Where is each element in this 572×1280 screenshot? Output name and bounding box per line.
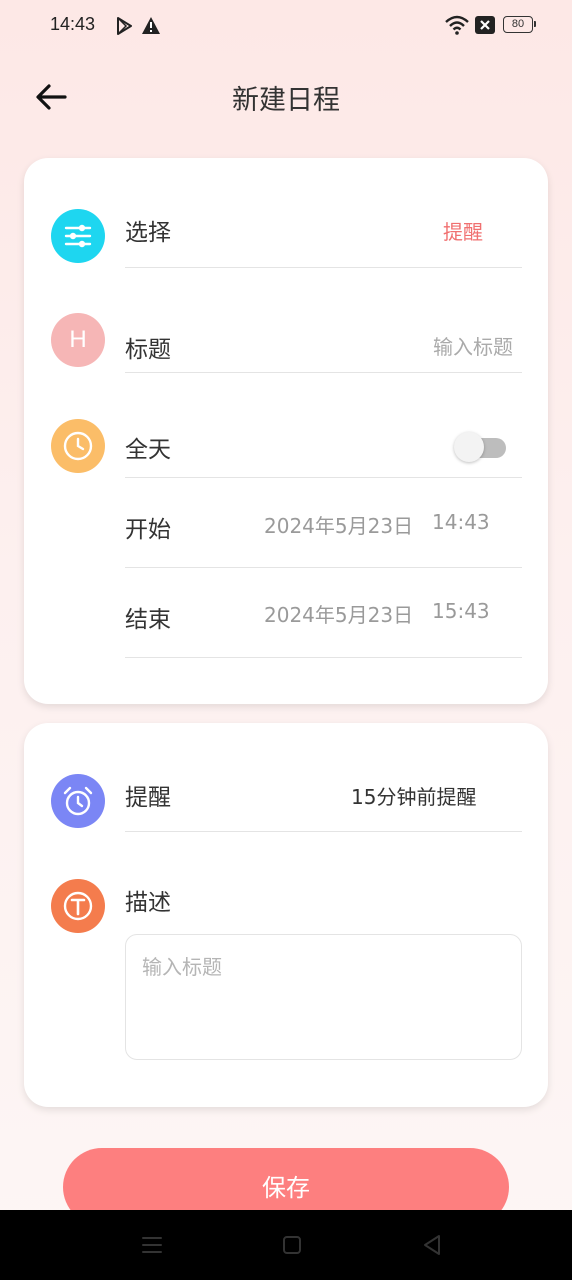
wifi-icon	[445, 15, 469, 39]
warning-icon	[141, 16, 161, 39]
status-time: 14:43	[50, 14, 96, 34]
select-row[interactable]: 选择 提醒	[24, 158, 548, 270]
sim-off-icon	[475, 16, 495, 38]
divider	[125, 831, 522, 832]
divider	[125, 372, 522, 373]
title-label: 标题	[125, 337, 171, 363]
all-day-label: 全天	[125, 437, 171, 463]
select-value[interactable]: 提醒	[443, 216, 483, 245]
end-date[interactable]: 2024年5月23日	[264, 599, 413, 628]
h-letter-icon: H	[51, 313, 105, 367]
all-day-row: 全天	[24, 374, 548, 478]
sliders-icon	[51, 209, 105, 263]
reminder-row[interactable]: 提醒 15分钟前提醒	[24, 723, 548, 833]
home-square-icon	[283, 1236, 301, 1254]
all-day-toggle[interactable]	[454, 430, 506, 462]
title-icon-letter: H	[69, 326, 87, 353]
start-row[interactable]: 开始 2024年5月23日 14:43	[24, 478, 548, 568]
system-nav-bar	[0, 1210, 572, 1280]
header: 新建日程	[0, 62, 572, 132]
toggle-knob	[454, 432, 484, 462]
back-nav-button[interactable]	[417, 1230, 447, 1260]
alarm-clock-icon	[51, 774, 105, 828]
start-time[interactable]: 14:43	[432, 510, 490, 534]
start-date[interactable]: 2024年5月23日	[264, 510, 413, 539]
menu-button[interactable]	[137, 1230, 167, 1260]
home-button[interactable]	[277, 1230, 307, 1260]
reminder-value[interactable]: 15分钟前提醒	[351, 781, 476, 810]
clock-icon	[51, 419, 105, 473]
divider	[125, 657, 522, 658]
battery-icon: 80	[503, 16, 536, 33]
play-store-notification-icon	[114, 16, 134, 40]
description-label: 描述	[125, 890, 171, 916]
menu-icon	[142, 1237, 162, 1253]
select-label: 选择	[125, 220, 171, 246]
back-triangle-icon	[424, 1235, 440, 1255]
text-t-icon	[51, 879, 105, 933]
end-time[interactable]: 15:43	[432, 599, 490, 623]
divider	[125, 267, 522, 268]
end-row[interactable]: 结束 2024年5月23日 15:43	[24, 568, 548, 658]
description-input[interactable]	[125, 934, 522, 1060]
reminder-card: 提醒 15分钟前提醒 描述	[24, 723, 548, 1107]
status-bar: 14:43 80	[0, 0, 572, 52]
start-label: 开始	[125, 517, 171, 543]
end-label: 结束	[125, 607, 171, 633]
title-input[interactable]: 输入标题	[433, 331, 513, 360]
schedule-card: 选择 提醒 H 标题 输入标题 全天 开始 2024年5月23日 14:43 结…	[24, 158, 548, 704]
title-row: H 标题 输入标题	[24, 270, 548, 374]
reminder-label: 提醒	[125, 785, 171, 811]
page-title: 新建日程	[232, 85, 340, 116]
